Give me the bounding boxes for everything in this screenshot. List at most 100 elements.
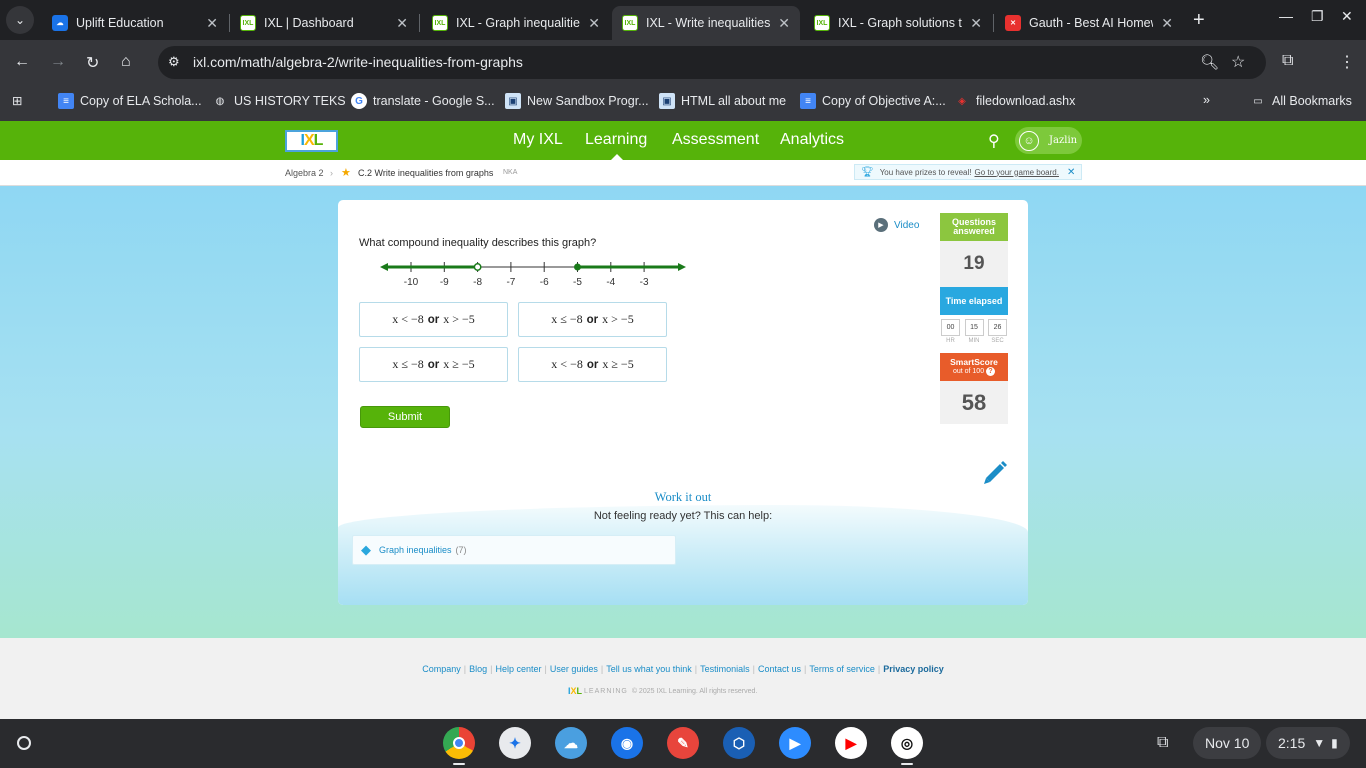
help-icon[interactable]: ?: [986, 367, 996, 376]
bookmark-item[interactable]: ≡ Copy of ELA Schola...: [58, 93, 202, 109]
close-window-button[interactable]: ✕: [1341, 8, 1353, 25]
url-text[interactable]: ixl.com/math/algebra-2/write-inequalitie…: [193, 54, 523, 70]
footer-link-blog[interactable]: Blog: [469, 664, 487, 674]
prize-link[interactable]: Go to your game board.: [974, 168, 1059, 177]
bookmark-label: New Sandbox Progr...: [527, 94, 649, 108]
star-icon: ★: [341, 167, 351, 179]
clock-text: 2:15: [1278, 735, 1306, 751]
tab-gauth[interactable]: ✕ Gauth - Best AI Homew ✕: [995, 6, 1183, 40]
close-icon[interactable]: ✕: [1161, 15, 1173, 32]
sandbox-icon: ▣: [505, 93, 521, 109]
extensions-icon[interactable]: ⧉: [1282, 52, 1293, 70]
date-pill[interactable]: Nov 10: [1193, 727, 1262, 759]
tab-title: IXL | Dashboard: [264, 16, 354, 30]
close-icon[interactable]: ✕: [970, 15, 982, 32]
browser-toolbar: ← → ↻ ⌂ ⚙ ixl.com/math/algebra-2/write-i…: [0, 40, 1366, 85]
diamond-icon: ◆: [361, 542, 371, 557]
tab-ixl-graph-inequalities[interactable]: IXL IXL - Graph inequalitie ✕: [422, 6, 610, 40]
bookmark-item[interactable]: ◈ filedownload.ashx: [954, 93, 1075, 109]
close-icon[interactable]: ✕: [778, 15, 790, 32]
answer-choice-3[interactable]: x ≤ −8 or x ≥ −5: [359, 347, 508, 382]
footer-link-help-center[interactable]: Help center: [495, 664, 541, 674]
choice-part: x ≤ −8: [551, 312, 583, 326]
security-app-icon[interactable]: ⬡: [723, 727, 755, 759]
user-menu[interactable]: ☺ Jazlin: [1015, 127, 1082, 154]
tote-icon[interactable]: ⧉: [1157, 734, 1168, 752]
footer-link-terms[interactable]: Terms of service: [809, 664, 875, 674]
footer-link-testimonials[interactable]: Testimonials: [700, 664, 750, 674]
more-menu-icon[interactable]: ⋮: [1339, 52, 1355, 72]
bookmark-item[interactable]: ▣ HTML all about me: [659, 93, 786, 109]
footer-link-feedback[interactable]: Tell us what you think: [606, 664, 692, 674]
video-button[interactable]: ▶ Video: [874, 218, 919, 232]
breadcrumb: Algebra 2 › ★ C.2 Write inequalities fro…: [0, 160, 1366, 186]
number-line-tick-label: -8: [473, 277, 482, 288]
bookmark-item[interactable]: ◍ US HISTORY TEKS: [212, 93, 346, 109]
pencil-icon[interactable]: [982, 458, 1010, 486]
forward-arrow-icon[interactable]: →: [50, 53, 66, 71]
nav-my-ixl[interactable]: My IXL: [513, 131, 563, 149]
tab-search-button[interactable]: ⌄: [6, 6, 34, 34]
restore-button[interactable]: ❐: [1311, 8, 1324, 25]
submit-button[interactable]: Submit: [360, 406, 450, 428]
footer-link-contact[interactable]: Contact us: [758, 664, 801, 674]
work-it-out-subtitle: Not feeling ready yet? This can help:: [593, 510, 773, 522]
open-circle-point: [473, 263, 482, 271]
reload-icon[interactable]: ↻: [86, 53, 99, 73]
answer-choice-2[interactable]: x ≤ −8 or x > −5: [518, 302, 667, 337]
help-skill-link[interactable]: ◆ Graph inequalities (7): [352, 535, 676, 565]
answer-choice-1[interactable]: x < −8 or x > −5: [359, 302, 508, 337]
close-icon[interactable]: ✕: [396, 15, 408, 32]
apps-grid-icon[interactable]: ⊞: [12, 93, 22, 108]
back-arrow-icon[interactable]: ←: [14, 53, 30, 71]
close-icon[interactable]: ✕: [206, 15, 218, 32]
left-arrow: [380, 263, 388, 271]
all-bookmarks-button[interactable]: ▭ All Bookmarks: [1250, 93, 1352, 109]
footer-link-company[interactable]: Company: [422, 664, 461, 674]
camera-app-icon[interactable]: ◉: [611, 727, 643, 759]
bookmark-item[interactable]: ≡ Copy of Objective A:...: [800, 93, 946, 109]
paint-app-icon[interactable]: ✎: [667, 727, 699, 759]
bookmark-label: HTML all about me: [681, 94, 787, 108]
bookmark-item[interactable]: G translate - Google S...: [351, 93, 495, 109]
zoom-app-icon[interactable]: ▶: [779, 727, 811, 759]
bookmark-item[interactable]: ▣ New Sandbox Progr...: [505, 93, 649, 109]
close-icon[interactable]: ✕: [1067, 167, 1075, 178]
tab-uplift[interactable]: ☁ Uplift Education ✕: [42, 6, 228, 40]
tab-ixl-dashboard[interactable]: IXL IXL | Dashboard ✕: [230, 6, 418, 40]
launcher-button[interactable]: [17, 736, 31, 750]
minimize-button[interactable]: —: [1279, 8, 1293, 24]
time-elapsed-label: Time elapsed: [940, 287, 1008, 315]
compass-app-icon[interactable]: ✦: [499, 727, 531, 759]
cloud-app-icon[interactable]: ☁: [555, 727, 587, 759]
tab-ixl-graph-solutions[interactable]: IXL IXL - Graph solutions t ✕: [804, 6, 992, 40]
bookmark-star-icon[interactable]: ☆: [1231, 52, 1245, 72]
address-bar[interactable]: ⚙ ixl.com/math/algebra-2/write-inequalit…: [158, 46, 1266, 79]
status-tray[interactable]: 2:15 ▼ ▮: [1266, 727, 1350, 759]
site-info-icon[interactable]: ⚙: [168, 54, 180, 70]
tab-ixl-write-inequalities[interactable]: IXL IXL - Write inequalities ✕: [612, 6, 800, 40]
close-icon[interactable]: ✕: [588, 15, 600, 32]
answer-choice-4[interactable]: x < −8 or x ≥ −5: [518, 347, 667, 382]
chrome-app-icon[interactable]: [443, 727, 475, 759]
search-icon[interactable]: ⚲: [988, 131, 1000, 151]
number-line-tick-label: -7: [506, 277, 515, 288]
zoom-icon[interactable]: 🔍︎: [1200, 53, 1219, 71]
nav-learning[interactable]: Learning: [585, 131, 647, 149]
ixl-icon: IXL: [240, 15, 256, 31]
more-bookmarks-icon[interactable]: »: [1203, 93, 1210, 107]
tab-divider: [993, 14, 994, 32]
breadcrumb-course[interactable]: Algebra 2: [285, 168, 324, 178]
ixl-logo[interactable]: IXL: [285, 130, 338, 152]
nav-assessment[interactable]: Assessment: [672, 131, 759, 149]
screen-recorder-app-icon[interactable]: ◎: [891, 727, 923, 759]
home-icon[interactable]: ⌂: [121, 53, 131, 71]
folder-icon: ▭: [1253, 95, 1263, 107]
youtube-app-icon[interactable]: ▶: [835, 727, 867, 759]
footer-link-user-guides[interactable]: User guides: [550, 664, 598, 674]
timer-unit: HR: [946, 338, 955, 344]
footer-link-privacy[interactable]: Privacy policy: [883, 664, 944, 674]
ixl-icon: IXL: [622, 15, 638, 31]
nav-analytics[interactable]: Analytics: [780, 131, 844, 149]
new-tab-button[interactable]: +: [1193, 9, 1205, 32]
